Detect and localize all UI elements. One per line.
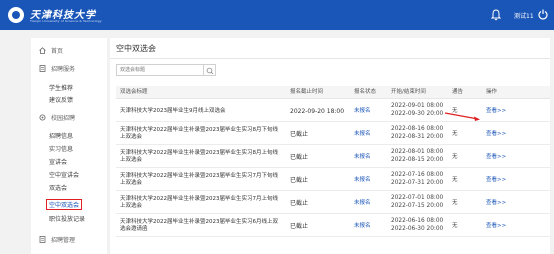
sidebar: 首页 招聘服务 学生推荐 建议反馈 校园招聘 招聘信息 实习信息 宣讲会 空中宣… <box>31 38 107 254</box>
notice: 无 <box>452 200 458 206</box>
table-row: 天津科技大学2022届毕业生补录暨2023届毕业生实习8月上旬线上双选会 已截止… <box>116 146 550 168</box>
table-row: 天津科技大学2022届毕业生补录暨2023届毕业生实习7月下旬线上双选会 已截止… <box>116 169 550 191</box>
deadline: 已截止 <box>290 200 309 207</box>
start-time: 2022-07-16 08:00 <box>391 172 444 178</box>
document-icon <box>39 64 46 72</box>
notice: 无 <box>452 131 458 137</box>
sidebar-group-label: 招聘管理 <box>51 236 76 244</box>
fair-title: 天津科技大学2022届毕业生补录暨2023届毕业生实习6月线上双选会邀请函 <box>120 219 278 232</box>
sidebar-item-job-info[interactable]: 招聘信息 <box>49 130 73 140</box>
sidebar-item-feedback[interactable]: 建议反馈 <box>49 94 73 104</box>
start-time: 2022-08-01 08:00 <box>391 149 444 155</box>
settings-icon <box>39 114 46 120</box>
end-time: 2022-09-30 20:00 <box>391 111 444 117</box>
deadline: 已截止 <box>290 131 309 138</box>
sidebar-item-job-posting-record[interactable]: 职位投放记录 <box>49 213 85 223</box>
fair-title: 天津科技大学2022届毕业生补录暨2023届毕业生实习7月上旬线上双选会 <box>120 196 278 209</box>
deadline: 2022-09-20 18:00 <box>290 108 345 115</box>
deadline: 已截止 <box>290 154 309 161</box>
main-panel: 空中双选会 双选会标题 报名截止时间 报名状态 开始/结束时间 通告 操作 天津… <box>110 38 550 254</box>
column-header: 双选会标题 <box>120 89 148 95</box>
signup-status: 未报名 <box>354 131 371 137</box>
sidebar-item-online-seminar[interactable]: 空中宣讲会 <box>49 169 79 179</box>
column-header: 报名状态 <box>354 89 377 95</box>
annotation-arrow-icon <box>444 112 480 121</box>
column-header: 报名截止时间 <box>290 89 324 95</box>
table-row: 天津科技大学2022届毕业生补录暨2023届毕业生实习8月下旬线上双选会 已截止… <box>116 123 550 145</box>
sidebar-group-label: 校园招聘 <box>51 114 76 122</box>
start-time: 2022-09-01 08:00 <box>391 103 444 109</box>
logo-subtitle: Tianjin University of Science & Technolo… <box>30 19 102 23</box>
view-link[interactable]: 查看>> <box>486 154 506 161</box>
page-title: 空中双选会 <box>116 44 156 53</box>
sidebar-item-home[interactable]: 首页 <box>39 45 63 55</box>
fair-title: 天津科技大学2022届毕业生补录暨2023届毕业生实习8月上旬线上双选会 <box>120 150 278 163</box>
start-time: 2022-07-01 08:00 <box>391 195 444 201</box>
sidebar-item-student-recommend[interactable]: 学生推荐 <box>49 82 73 92</box>
university-seal-icon <box>8 7 24 23</box>
fair-title: 天津科技大学2022届毕业生补录暨2023届毕业生实习8月下旬线上双选会 <box>120 127 278 140</box>
sidebar-group-label: 招聘服务 <box>51 65 76 73</box>
notice: 无 <box>452 177 458 183</box>
notice: 无 <box>452 154 458 160</box>
signup-status: 未报名 <box>354 108 371 114</box>
column-header: 操作 <box>486 89 498 95</box>
signup-status: 未报名 <box>354 200 371 206</box>
sidebar-group-management[interactable]: 招聘管理 <box>39 234 75 244</box>
deadline: 已截止 <box>290 177 309 184</box>
search-input[interactable] <box>116 64 204 76</box>
end-time: 2022-08-15 20:00 <box>391 157 444 163</box>
table-row: 天津科技大学2022届毕业生补录暨2023届毕业生实习6月线上双选会邀请函 已截… <box>116 215 550 237</box>
view-link[interactable]: 查看>> <box>486 223 506 230</box>
signup-status: 未报名 <box>354 177 371 183</box>
top-header: 天津科技大学 Tianjin University of Science & T… <box>0 0 554 30</box>
signup-status: 未报名 <box>354 223 371 229</box>
view-link[interactable]: 查看>> <box>486 108 506 115</box>
search-icon <box>206 67 214 75</box>
bell-icon[interactable] <box>491 9 501 21</box>
search-button[interactable] <box>204 64 216 76</box>
table-row: 天津科技大学2023届毕业生9月线上双选会 2022-09-20 18:00 未… <box>116 100 550 122</box>
notice: 无 <box>452 223 458 229</box>
sidebar-item-online-job-fair[interactable]: 空中双选会 <box>46 199 83 210</box>
view-link[interactable]: 查看>> <box>486 200 506 207</box>
view-link[interactable]: 查看>> <box>486 131 506 138</box>
sidebar-home-label: 首页 <box>51 47 64 55</box>
power-icon[interactable] <box>538 9 548 20</box>
fair-title: 天津科技大学2023届毕业生9月线上双选会 <box>120 108 226 114</box>
home-icon <box>39 46 46 54</box>
column-header: 通告 <box>452 89 464 95</box>
view-link[interactable]: 查看>> <box>486 177 506 184</box>
start-time: 2022-06-16 08:00 <box>391 218 444 224</box>
end-time: 2022-08-31 20:00 <box>391 134 444 140</box>
sidebar-group-campus[interactable]: 校园招聘 <box>39 112 75 122</box>
divider <box>110 58 550 59</box>
end-time: 2022-07-15 20:00 <box>391 203 444 209</box>
end-time: 2022-07-31 20:00 <box>391 180 444 186</box>
table-header: 双选会标题 报名截止时间 报名状态 开始/结束时间 通告 操作 <box>116 86 550 99</box>
sidebar-item-seminar[interactable]: 宣讲会 <box>49 156 67 166</box>
sidebar-item-intern-info[interactable]: 实习信息 <box>49 143 73 153</box>
sidebar-item-job-fair[interactable]: 双选会 <box>49 182 67 192</box>
username[interactable]: 测试11 <box>514 11 534 20</box>
signup-status: 未报名 <box>354 154 371 160</box>
table-row: 天津科技大学2022届毕业生补录暨2023届毕业生实习7月上旬线上双选会 已截止… <box>116 192 550 214</box>
deadline: 已截止 <box>290 223 309 230</box>
document-icon <box>39 235 46 243</box>
column-header: 开始/结束时间 <box>391 89 426 95</box>
start-time: 2022-08-16 08:00 <box>391 126 444 132</box>
end-time: 2022-06-30 20:00 <box>391 226 444 232</box>
sidebar-group-service[interactable]: 招聘服务 <box>39 63 75 73</box>
fair-title: 天津科技大学2022届毕业生补录暨2023届毕业生实习7月下旬线上双选会 <box>120 173 278 186</box>
